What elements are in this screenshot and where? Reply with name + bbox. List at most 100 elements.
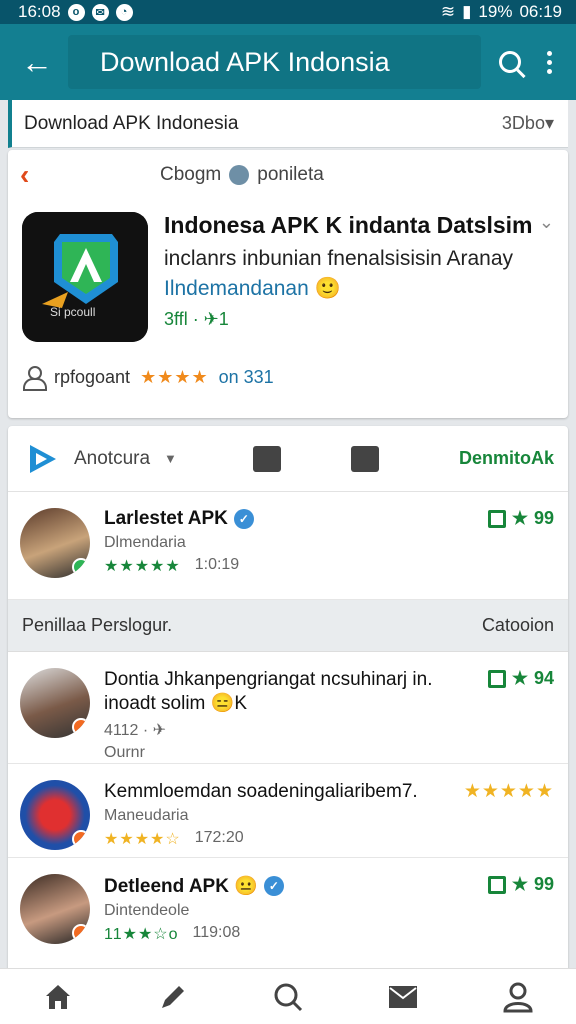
chevron-left-icon[interactable]: ‹ [20, 159, 160, 191]
app-card: ‹ Cbogm ponileta Si pcoull Indonesa APK … [8, 150, 568, 418]
profile-icon[interactable] [501, 980, 535, 1014]
chevron-down-icon[interactable]: ⌄ [539, 212, 554, 239]
review-author: Detleend APK 😐 [104, 876, 258, 897]
back-arrow-icon[interactable]: ← [10, 44, 64, 81]
edit-note-icon[interactable] [350, 445, 379, 472]
rating-source-label: rpfogoant [54, 366, 131, 387]
download-button[interactable]: DenmitoAk [459, 448, 554, 469]
avatar [20, 668, 90, 738]
review-time: 172:20 [194, 829, 244, 846]
review-author-row: Larlestet APK ✓ [104, 508, 554, 530]
review-text: Dontia Jhkanpengriangat ncsuhinarj in. [104, 669, 433, 690]
app-rating-row: rpfogoant ★★★★ on 331 [22, 366, 274, 391]
person-icon [22, 366, 47, 391]
wifi-icon: ≋ [440, 2, 456, 21]
notification-icon: ◔ [115, 3, 133, 21]
sub-header-title: Download APK Indonesia [24, 112, 239, 134]
play-store-icon[interactable] [26, 442, 60, 476]
review-meta-2: Ournr [104, 744, 145, 761]
section-action[interactable]: Catooion [482, 615, 554, 636]
app-icon[interactable]: Si pcoull [22, 212, 148, 342]
review-stars-right: ★★★★★ [463, 781, 554, 802]
online-badge-icon [72, 558, 90, 576]
reviews-card: Anotcura ▼ DenmitoAk Larlestet APK ✓ Dlm… [8, 426, 568, 974]
review-item[interactable]: Detleend APK 😐 ✓ Dintendeole 11★★☆o 119:… [8, 858, 568, 966]
avatar [20, 780, 90, 850]
status-badge-icon [72, 718, 90, 736]
notification-icon: ✉ [91, 3, 109, 21]
app-developer-link[interactable]: Ilndemandanan 🙂 [164, 277, 554, 301]
status-badge-icon [72, 924, 90, 942]
notification-icon: o [67, 3, 85, 21]
review-time: 1:0:19 [194, 556, 240, 573]
avatar [20, 508, 90, 578]
signal-icon: ▮ [462, 2, 472, 21]
star-icon: ★ [511, 508, 528, 528]
status-time-right: 06:19 [519, 2, 562, 21]
status-bar: 16:08 o ✉ ◔ ≋ ▮ 19% 06:19 [0, 0, 576, 24]
review-time: 119:08 [192, 924, 241, 941]
search-nav-icon[interactable] [271, 980, 305, 1014]
review-stars: ★★★★☆ [104, 831, 181, 848]
home-icon[interactable] [41, 980, 75, 1014]
star-icon: ★ [511, 668, 528, 688]
sort-label: Anotcura [74, 447, 151, 469]
mail-icon[interactable] [386, 980, 420, 1014]
battery-level: 19% [478, 2, 513, 21]
review-item[interactable]: Dontia Jhkanpengriangat ncsuhinarj in. i… [8, 652, 568, 764]
home-outline-icon [487, 509, 506, 528]
category-row: Cbogm ponileta [160, 164, 324, 186]
sub-header: Download APK Indonesia 3Dbo▾ [8, 100, 568, 148]
review-item[interactable]: Larlestet APK ✓ Dlmendaria ★★★★★ 1:0:19 … [8, 492, 568, 600]
app-bar-title-box: Download APK Indonsia [68, 35, 481, 89]
sub-header-dropdown[interactable]: 3Dbo▾ [502, 113, 554, 134]
review-text-2: inoadt solim 😑K [104, 693, 247, 714]
review-item[interactable]: Kemmloemdan soadeningaliaribem7. ★★★★★ M… [8, 764, 568, 858]
star-icon: ★ [511, 874, 528, 894]
review-meta: 4112 · ✈ [104, 722, 167, 739]
review-score-value: 94 [533, 668, 554, 688]
verified-icon: ✓ [263, 876, 284, 896]
review-score-value: 99 [533, 508, 554, 528]
more-options-icon[interactable] [547, 50, 552, 74]
review-author: Larlestet APK [104, 508, 228, 529]
review-score: ★ 99 [487, 874, 554, 895]
review-subtitle: Maneudaria [104, 807, 189, 824]
comment-icon[interactable] [252, 445, 281, 472]
app-description: inclanrs inbunian fnenalsisisin Aranay [164, 247, 514, 270]
verified-icon: ✓ [233, 509, 254, 529]
status-badge-icon [72, 830, 90, 848]
app-logo-text: Si pcoull [50, 305, 95, 319]
review-subtitle: Dintendeole [104, 902, 190, 919]
category-label-2: ponileta [257, 164, 324, 185]
review-score-value: 99 [533, 874, 554, 894]
edit-icon[interactable] [156, 980, 190, 1014]
review-author-row: Kemmloemdan soadeningaliaribem7. ★★★★★ [104, 780, 554, 803]
caret-down-icon: ▼ [164, 451, 177, 466]
category-icon [229, 165, 250, 185]
review-stars: 11★★☆o [104, 926, 179, 943]
category-label: Cbogm [160, 164, 222, 185]
rating-count-link[interactable]: on 331 [219, 367, 274, 388]
avatar [20, 874, 90, 944]
app-meta: 3ffl · ✈1 [164, 309, 229, 329]
section-header: Penillaa Perslogur. Catooion [8, 600, 568, 652]
review-score: ★ 94 [487, 668, 554, 689]
sort-dropdown[interactable]: Anotcura ▼ [74, 448, 177, 470]
home-outline-icon [487, 875, 506, 894]
actions-bar: Anotcura ▼ DenmitoAk [8, 426, 568, 492]
review-author-row: Detleend APK 😐 ✓ [104, 874, 554, 898]
review-author: Kemmloemdan soadeningaliaribem7. [104, 780, 418, 802]
section-title: Penillaa Perslogur. [22, 615, 173, 635]
rating-stars: ★★★★ [140, 366, 209, 387]
page-title: Download APK Indonsia [100, 46, 390, 77]
app-logo-icon: Si pcoull [22, 212, 148, 342]
bottom-navigation [0, 968, 576, 1024]
app-name: Indonesa APK K indanta Datslsim [164, 212, 533, 238]
review-stars: ★★★★★ [104, 558, 181, 575]
status-time-left: 16:08 [18, 2, 61, 21]
app-bar: ← Download APK Indonsia [0, 24, 576, 100]
review-subtitle: Dlmendaria [104, 534, 186, 551]
review-score: ★ 99 [487, 508, 554, 529]
search-icon[interactable] [499, 51, 521, 73]
